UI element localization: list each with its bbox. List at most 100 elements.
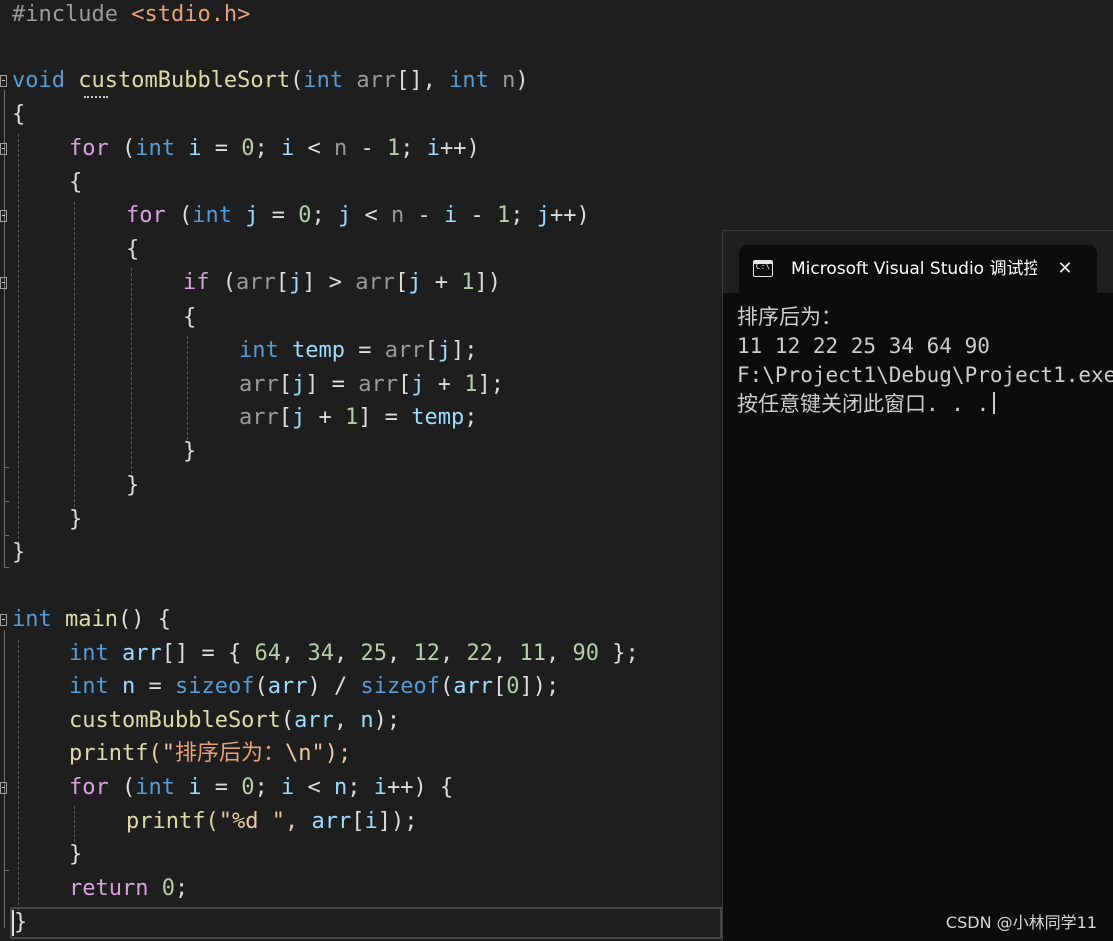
punct: [ [424, 338, 438, 363]
keyword: int [303, 68, 344, 93]
code-line-close-brace: } [69, 505, 82, 535]
number: 1 [464, 372, 478, 397]
punct: ; [464, 405, 478, 430]
punct: + [424, 372, 465, 397]
punct: ; [510, 203, 537, 228]
collapse-minus-icon[interactable] [0, 75, 7, 87]
punct: ( [108, 136, 136, 161]
punct: [ [278, 405, 292, 430]
keyword: int [69, 641, 109, 666]
preprocessor-directive: #include [12, 2, 132, 27]
variable: n [122, 674, 136, 699]
console-line: F:\Project1\Debug\Project1.exe [737, 363, 1113, 387]
console-line: 排序后为： [737, 305, 842, 329]
code-line-close-brace: } [12, 538, 25, 568]
code-line-if: if (arr[j] > arr[j + 1]) [183, 268, 501, 298]
code-line-close-brace: } [183, 437, 196, 467]
watermark: CSDN @小林同学11 [945, 913, 1097, 932]
debug-console-window[interactable]: C:\ Microsoft Visual Studio 调试控制台 ✕ 排序后为… [722, 230, 1113, 941]
console-line-prompt: 按任意键关闭此窗口. . . [737, 390, 1113, 419]
punct: < [294, 775, 334, 800]
punct: [], [396, 68, 450, 93]
number: 0 [241, 136, 255, 161]
console-line: 11 12 22 25 34 64 90 [737, 334, 990, 358]
punct: [ [397, 372, 412, 397]
string: "); [311, 741, 352, 766]
keyword: for [126, 203, 166, 228]
punct: - [457, 203, 497, 228]
indent-guide [18, 134, 19, 544]
brace: } [183, 439, 197, 464]
punct: ; [254, 136, 281, 161]
collapse-minus-icon[interactable] [0, 614, 7, 626]
brace: } [12, 540, 26, 565]
punct: = [344, 338, 385, 363]
format-string: %d [231, 809, 272, 834]
string: (" [205, 809, 232, 834]
punct: , [280, 641, 308, 666]
variable: arr [294, 708, 334, 733]
param: n [334, 136, 348, 161]
code-line-swap2: arr[j + 1] = temp; [239, 403, 477, 433]
param: arr [358, 372, 398, 397]
variable: j [292, 405, 306, 430]
collapse-minus-icon[interactable] [0, 143, 7, 155]
close-icon[interactable]: ✕ [1051, 255, 1079, 283]
keyword: sizeof [175, 674, 255, 699]
fold-guide-end [4, 567, 9, 568]
variable: temp [292, 338, 345, 363]
punct: = [135, 674, 175, 699]
fold-guide-end [4, 870, 9, 871]
brace: } [69, 507, 83, 532]
code-line-printf2: printf("%d ", arr[i]); [126, 807, 417, 837]
punct: ( [165, 203, 193, 228]
console-output[interactable]: 排序后为： 11 12 22 25 34 64 90 F:\Project1\D… [737, 303, 1113, 419]
header-name: <stdio.h> [131, 2, 251, 27]
console-line-text: 按任意键关闭此窗口. . . [737, 392, 990, 416]
punct: < [351, 203, 391, 228]
punct: ]; [477, 372, 504, 397]
param: n [391, 203, 405, 228]
keyword: int [69, 674, 109, 699]
keyword: int [449, 68, 489, 93]
console-tab-title: Microsoft Visual Studio 调试控制台 [791, 259, 1037, 279]
param: arr [239, 405, 279, 430]
param: arr [355, 270, 395, 295]
punct: ; [254, 775, 281, 800]
punct: ; [174, 876, 189, 901]
text-caret [12, 910, 14, 936]
keyword: void [12, 68, 65, 93]
punct: () { [117, 607, 171, 632]
keyword: if [183, 270, 210, 295]
console-cursor [993, 392, 996, 414]
collapse-minus-icon[interactable] [0, 277, 7, 289]
code-line-return: return 0; [69, 874, 188, 904]
punct: = [258, 203, 299, 228]
variable: i [281, 775, 295, 800]
collapse-minus-icon[interactable] [0, 782, 7, 794]
variable: i [188, 136, 202, 161]
indent-guide [74, 202, 75, 512]
keyword: for [69, 136, 109, 161]
number: 0 [241, 775, 255, 800]
console-tab[interactable]: C:\ Microsoft Visual Studio 调试控制台 ✕ [739, 245, 1097, 293]
terminal-icon: C:\ [753, 260, 773, 277]
escape-sequence: \n [285, 741, 312, 766]
code-line-close-main: } [14, 908, 27, 938]
number: 25 [360, 641, 387, 666]
punct: [ [492, 674, 507, 699]
keyword: sizeof [360, 674, 440, 699]
param: arr [236, 270, 276, 295]
param: arr [384, 338, 425, 363]
punct: [ [278, 372, 292, 397]
code-line-open-brace: { [12, 100, 25, 130]
punct: ; [347, 775, 374, 800]
number: 11 [519, 641, 546, 666]
variable: arr [311, 809, 352, 834]
collapse-minus-icon[interactable] [0, 210, 7, 222]
punct: ( [280, 708, 295, 733]
variable: i [364, 809, 378, 834]
